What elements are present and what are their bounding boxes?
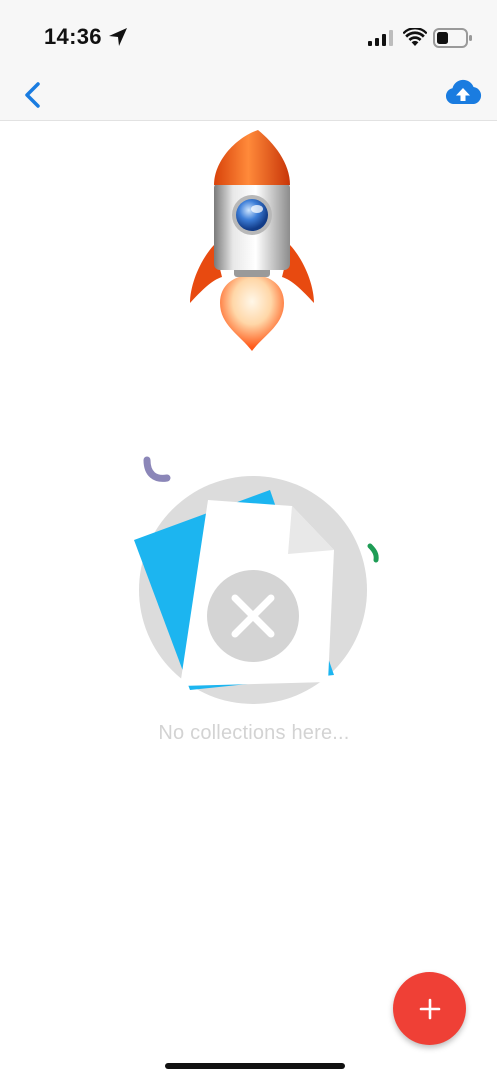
add-collection-button[interactable] [393,972,466,1045]
navigation-bar [0,70,497,121]
status-bar: 14:36 [0,0,497,70]
battery-icon [433,28,472,48]
cloud-upload-icon[interactable] [444,76,482,110]
rocket-icon [190,130,314,351]
empty-collections-icon [134,456,379,704]
plus-icon [419,998,440,1019]
wifi-icon [403,28,427,46]
status-time: 14:36 [44,24,102,49]
home-indicator [165,1063,345,1069]
empty-state-message: No collections here... [158,722,350,744]
cellular-signal-icon [368,30,393,46]
location-arrow-icon [109,28,127,46]
chevron-left-icon[interactable] [18,80,48,110]
